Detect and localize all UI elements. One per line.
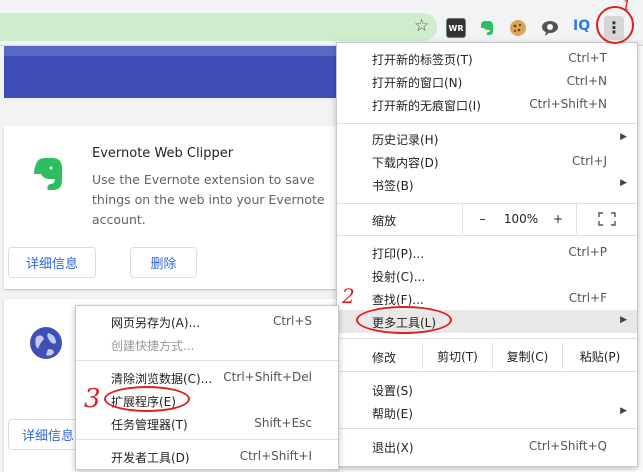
chevron-right-icon: ▶ [620, 315, 627, 325]
chevron-right-icon: ▶ [620, 406, 627, 416]
zoom-label: 缩放 [372, 214, 397, 228]
copy-button[interactable]: 复制(C) [492, 343, 562, 369]
submenu-clear-data[interactable]: 清除浏览数据(C)... Ctrl+Shift+Del [76, 366, 338, 389]
menu-settings[interactable]: 设置(S) [337, 378, 637, 401]
menu-downloads[interactable]: 下载内容(D) Ctrl+J [337, 150, 637, 173]
annotation-number-2: 2 [342, 284, 355, 308]
menu-zoom-row: 缩放 – 100% + [337, 204, 637, 234]
more-tools-submenu: 网页另存为(A)... Ctrl+S 创建快捷方式... 清除浏览数据(C)...… [75, 305, 339, 470]
fullscreen-icon[interactable] [576, 204, 637, 234]
cut-button[interactable]: 剪切(T) [422, 343, 492, 369]
chevron-right-icon: ▶ [620, 132, 627, 142]
star-icon[interactable]: ☆ [414, 16, 429, 36]
submenu-divider [76, 439, 338, 440]
paste-button[interactable]: 粘贴(P) [562, 343, 637, 369]
extension-card-evernote: Evernote Web Clipper Use the Evernote ex… [4, 126, 336, 289]
zoom-in-button[interactable]: + [540, 204, 576, 234]
extension-title: Evernote Web Clipper [92, 146, 234, 161]
globe-icon [28, 325, 64, 364]
menu-cast[interactable]: 投射(C)... [337, 264, 637, 287]
menu-history[interactable]: 历史记录(H) ▶ [337, 127, 637, 150]
annotation-circle-extensions [104, 386, 190, 412]
details-button[interactable]: 详细信息 [8, 247, 96, 278]
submenu-divider [76, 360, 338, 361]
zoom-out-button[interactable]: – [462, 204, 502, 234]
evernote-logo-icon [26, 152, 70, 199]
evernote-icon[interactable] [477, 18, 497, 38]
menu-new-window[interactable]: 打开新的窗口(N) Ctrl+N [337, 70, 637, 93]
menu-divider [337, 235, 637, 236]
header-banner-top [4, 46, 336, 56]
cookie-icon[interactable] [508, 18, 528, 38]
header-banner [4, 56, 336, 98]
bubble-icon[interactable] [540, 18, 560, 38]
chevron-right-icon: ▶ [620, 178, 627, 188]
menu-print[interactable]: 打印(P)... Ctrl+P [337, 241, 637, 264]
submenu-task-manager[interactable]: 任务管理器(T) Shift+Esc [76, 412, 338, 435]
submenu-save-page[interactable]: 网页另存为(A)... Ctrl+S [76, 310, 338, 333]
menu-divider [337, 428, 637, 429]
menu-edit-row: 修改 剪切(T) 复制(C) 粘贴(P) [337, 343, 637, 369]
menu-bookmarks[interactable]: 书签(B) ▶ [337, 173, 637, 196]
submenu-devtools[interactable]: 开发者工具(D) Ctrl+Shift+I [76, 445, 338, 468]
menu-divider [337, 338, 637, 339]
submenu-create-shortcut: 创建快捷方式... [111, 339, 195, 353]
edit-label: 修改 [372, 351, 397, 365]
annotation-number-3: 3 [84, 384, 101, 414]
menu-new-tab[interactable]: 打开新的标签页(T) Ctrl+T [337, 47, 637, 70]
menu-new-incognito[interactable]: 打开新的无痕窗口(I) Ctrl+Shift+N [337, 93, 637, 116]
browser-toolbar: ☆ WR IQ ⋮ [0, 0, 643, 46]
menu-divider [337, 371, 637, 372]
wr-extension-icon[interactable]: WR [446, 18, 466, 38]
extension-description: Use the Evernote extension to save thing… [92, 172, 325, 227]
annotation-number-1: 1 [622, 0, 631, 14]
zoom-level: 100% [503, 212, 539, 226]
chrome-main-menu: 打开新的标签页(T) Ctrl+T 打开新的窗口(N) Ctrl+N 打开新的无痕窗… [336, 42, 638, 467]
annotation-circle-more-tools [356, 306, 452, 334]
address-bar[interactable] [0, 13, 437, 41]
iq-extension-icon[interactable]: IQ [573, 18, 593, 38]
remove-button[interactable]: 删除 [130, 247, 197, 278]
menu-divider [337, 123, 637, 124]
menu-help[interactable]: 帮助(E) ▶ [337, 401, 637, 424]
menu-exit[interactable]: 退出(X) Ctrl+Shift+Q [337, 435, 637, 458]
